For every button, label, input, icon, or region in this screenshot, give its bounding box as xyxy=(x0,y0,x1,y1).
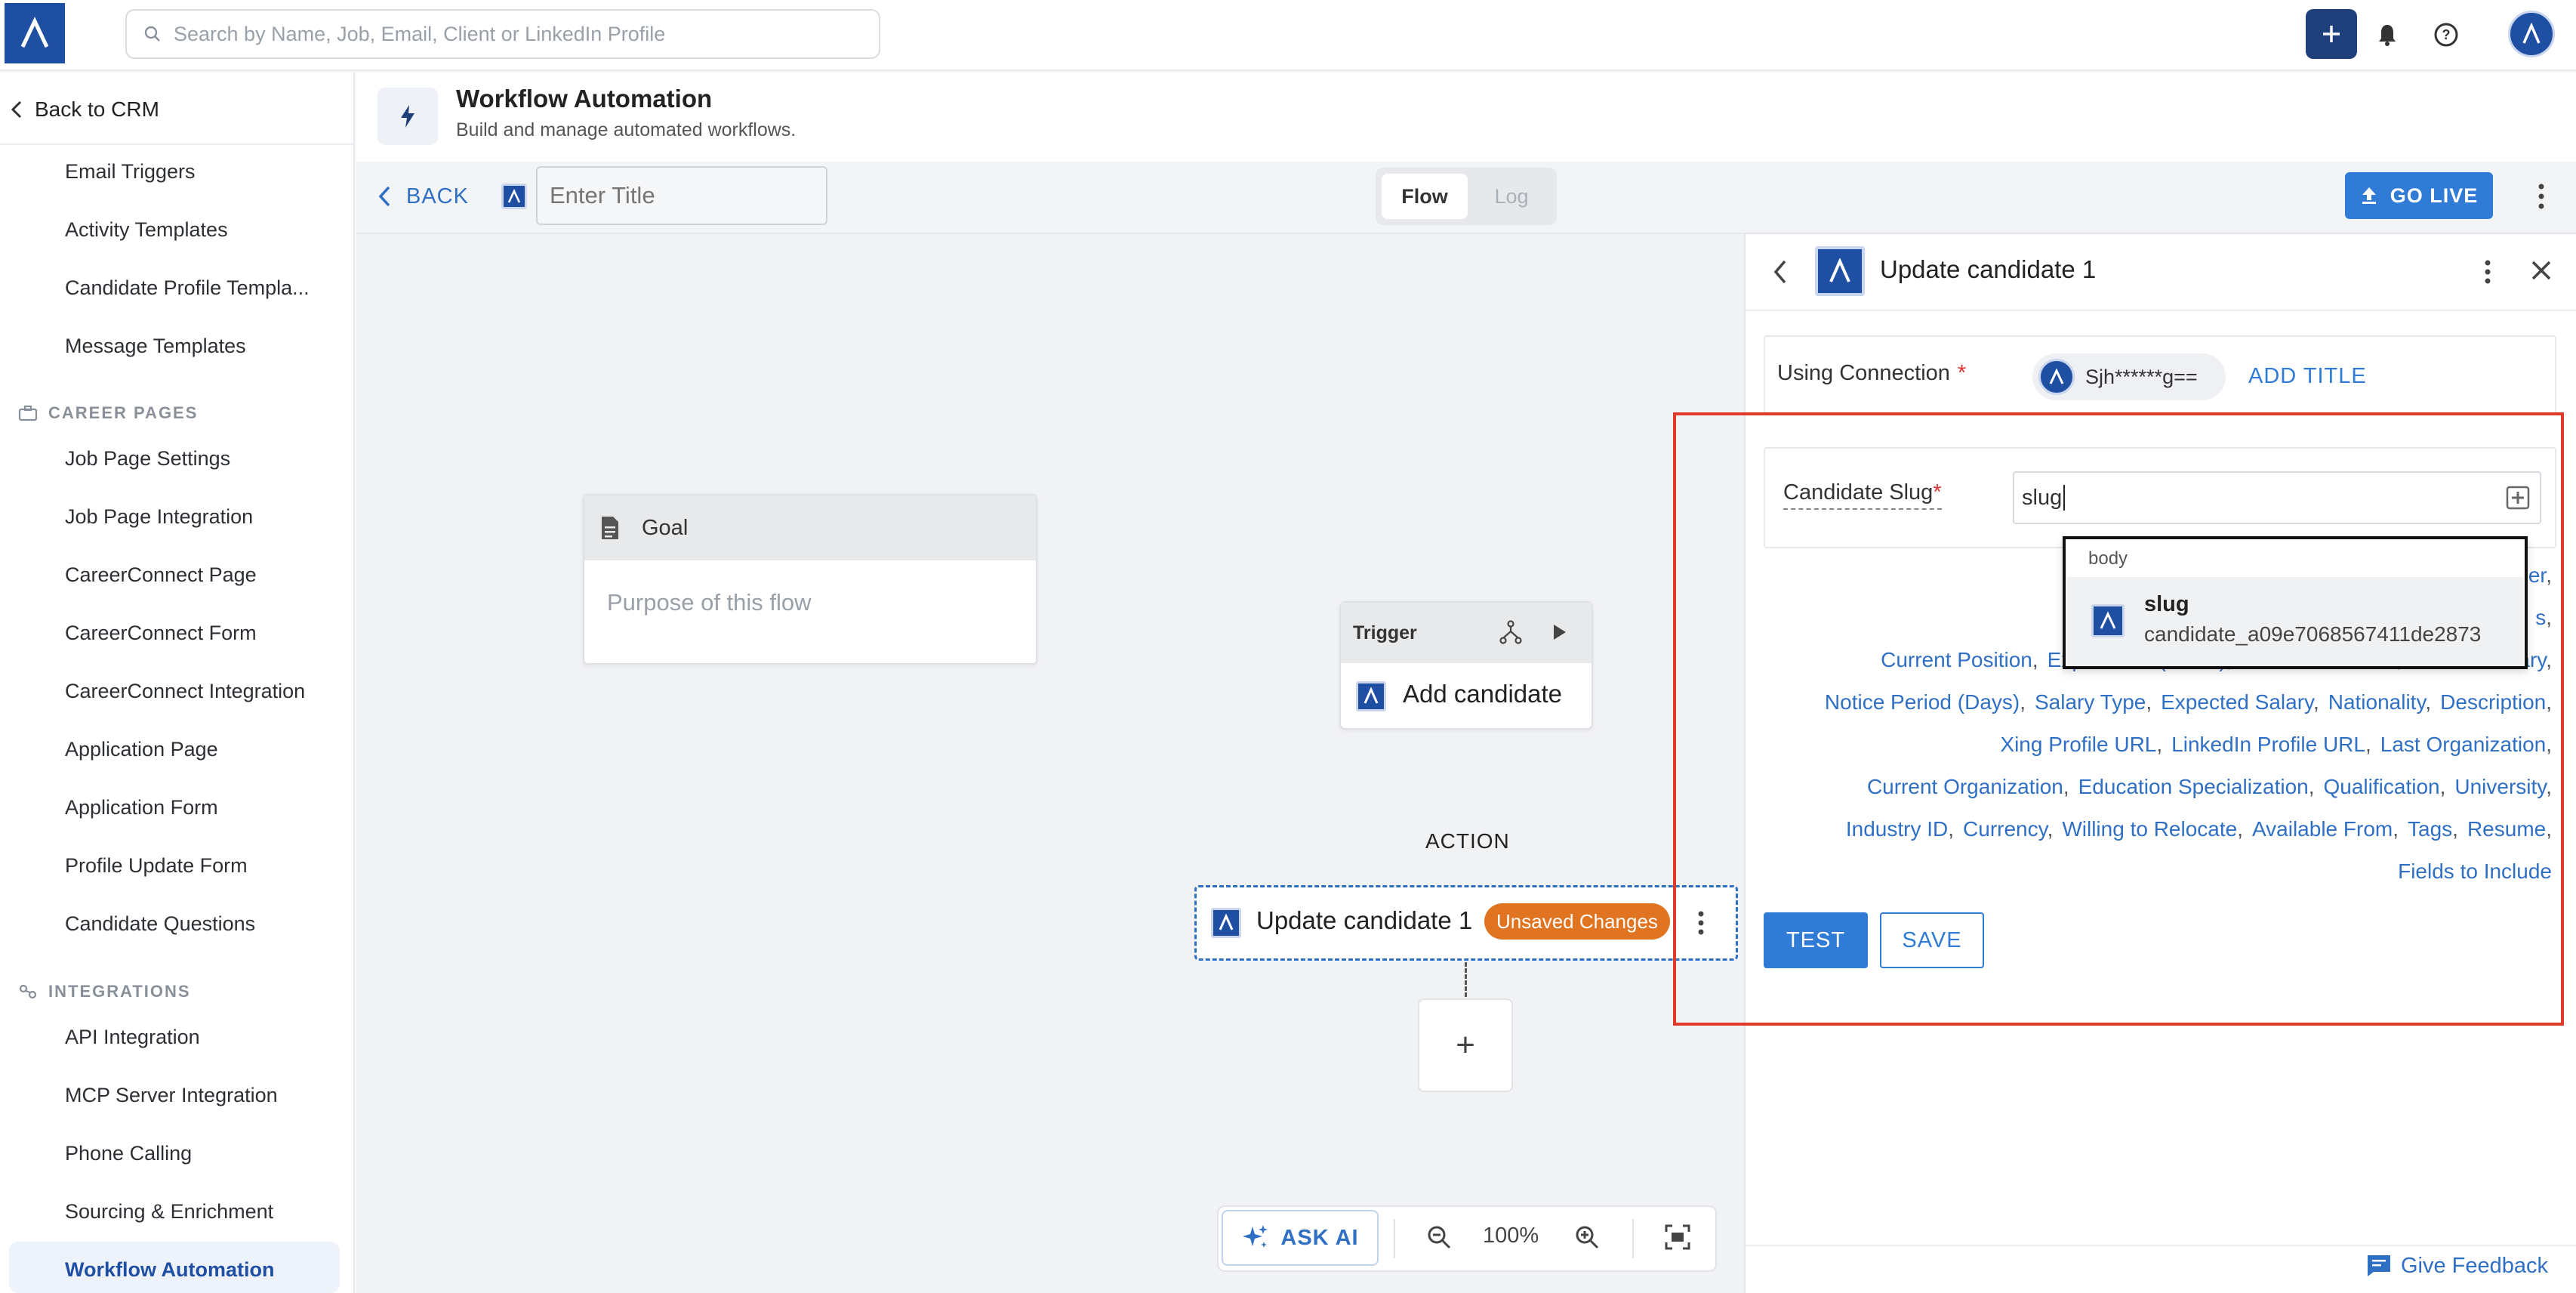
connection-label: Using Connection * xyxy=(1777,361,1966,386)
tab-log[interactable]: Log xyxy=(1474,174,1549,219)
sidebar-item-phone-calling[interactable]: Phone Calling xyxy=(65,1142,192,1165)
sidebar-item-application-page[interactable]: Application Page xyxy=(65,738,218,761)
connection-logo-icon xyxy=(2038,359,2075,395)
sidebar-item-careerconnect-form[interactable]: CareerConnect Form xyxy=(65,622,257,645)
connection-label-text: Using Connection xyxy=(1777,361,1950,385)
toolbar-divider xyxy=(1394,1219,1395,1258)
integrations-heading: INTEGRATIONS xyxy=(18,982,191,1001)
lightning-bolt-icon xyxy=(377,88,438,145)
sidebar-item-workflow-automation[interactable]: Workflow Automation xyxy=(65,1258,274,1282)
go-live-label: GO LIVE xyxy=(2390,184,2479,207)
more-options-icon[interactable] xyxy=(2534,178,2549,214)
connection-chip[interactable]: Sjh******g== xyxy=(2032,353,2226,400)
create-new-button[interactable] xyxy=(2306,9,2357,59)
sidebar-item-candidate-questions[interactable]: Candidate Questions xyxy=(65,912,255,936)
sidebar-item-application-form[interactable]: Application Form xyxy=(65,796,218,819)
integrations-label: INTEGRATIONS xyxy=(48,982,191,1001)
global-search-input[interactable]: Search by Name, Job, Email, Client or Li… xyxy=(125,9,880,59)
notifications-bell-icon[interactable] xyxy=(2372,20,2402,50)
sidebar-item-sourcing-enrichment[interactable]: Sourcing & Enrichment xyxy=(65,1200,273,1224)
career-pages-label: CAREER PAGES xyxy=(48,403,199,422)
sidebar-item-job-page-settings[interactable]: Job Page Settings xyxy=(65,447,230,471)
trigger-label: Trigger xyxy=(1353,622,1417,643)
close-icon[interactable] xyxy=(2528,257,2555,284)
branch-icon[interactable] xyxy=(1498,619,1524,645)
give-feedback-link[interactable]: Give Feedback xyxy=(2366,1251,2548,1281)
feedback-icon xyxy=(2366,1254,2392,1278)
help-icon[interactable]: ? xyxy=(2430,18,2463,51)
unsaved-changes-badge: Unsaved Changes xyxy=(1484,903,1670,940)
trigger-name: Add candidate xyxy=(1403,680,1563,708)
sidebar-item-email-triggers[interactable]: Email Triggers xyxy=(65,160,196,184)
workflow-logo-icon xyxy=(501,184,527,209)
panel-divider xyxy=(1746,310,2576,311)
fit-screen-icon[interactable] xyxy=(1664,1224,1691,1251)
required-mark: * xyxy=(1957,361,1967,385)
chevron-left-icon xyxy=(11,100,23,119)
briefcase-icon xyxy=(18,405,38,421)
focus-highlight-box xyxy=(1673,412,2564,1026)
back-to-crm-label: Back to CRM xyxy=(35,97,159,121)
panel-back-icon[interactable] xyxy=(1770,257,1792,287)
chevron-left-icon xyxy=(377,185,391,208)
back-button[interactable]: BACK xyxy=(377,180,469,213)
sidebar-item-message-templates[interactable]: Message Templates xyxy=(65,335,246,358)
panel-more-options-icon[interactable] xyxy=(2481,255,2494,289)
sidebar-item-job-page-integration[interactable]: Job Page Integration xyxy=(65,505,253,529)
goal-card-header: Goal xyxy=(584,495,1036,560)
action-app-logo-icon xyxy=(1211,908,1241,938)
zoom-out-icon[interactable] xyxy=(1425,1224,1453,1251)
search-icon xyxy=(143,25,162,43)
action-name: Update candidate 1 xyxy=(1256,906,1473,934)
goal-description-placeholder[interactable]: Purpose of this flow xyxy=(607,589,812,616)
panel-title: Update candidate 1 xyxy=(1880,255,2097,283)
zoom-in-icon[interactable] xyxy=(1573,1224,1601,1251)
sidebar-item-careerconnect-page[interactable]: CareerConnect Page xyxy=(65,563,257,587)
go-live-button[interactable]: GO LIVE xyxy=(2345,172,2493,219)
panel-footer-divider xyxy=(1746,1245,2576,1246)
integrations-icon xyxy=(18,983,38,1000)
sparkle-icon xyxy=(1241,1224,1270,1252)
goal-title: Goal xyxy=(642,515,689,540)
sidebar-item-careerconnect-integration[interactable]: CareerConnect Integration xyxy=(65,680,305,703)
play-icon[interactable] xyxy=(1548,621,1570,643)
search-placeholder: Search by Name, Job, Email, Client or Li… xyxy=(174,22,666,45)
back-to-crm-link[interactable]: Back to CRM xyxy=(11,91,159,128)
sidebar-item-candidate-profile-templates[interactable]: Candidate Profile Templa... xyxy=(65,276,310,300)
upload-icon xyxy=(2360,186,2378,205)
add-title-button[interactable]: ADD TITLE xyxy=(2248,364,2367,389)
career-pages-heading: CAREER PAGES xyxy=(18,403,198,423)
back-button-label: BACK xyxy=(406,184,469,208)
panel-app-logo-icon xyxy=(1815,246,1865,296)
connection-value: Sjh******g== xyxy=(2085,365,2198,388)
workflow-title-input[interactable] xyxy=(536,166,827,225)
sidebar-item-api-integration[interactable]: API Integration xyxy=(65,1026,200,1049)
svg-text:?: ? xyxy=(2442,27,2451,42)
node-connector xyxy=(1465,962,1467,997)
user-avatar[interactable] xyxy=(2508,11,2555,57)
sidebar-item-mcp-server-integration[interactable]: MCP Server Integration xyxy=(65,1084,278,1107)
workflow-canvas[interactable] xyxy=(356,234,1744,1293)
sidebar-item-profile-update-form[interactable]: Profile Update Form xyxy=(65,854,248,878)
document-icon xyxy=(599,515,621,541)
sidebar-item-activity-templates[interactable]: Activity Templates xyxy=(65,218,228,242)
toolbar-divider xyxy=(1632,1219,1634,1258)
sidebar-divider xyxy=(0,143,355,145)
page-title: Workflow Automation xyxy=(456,85,713,113)
zoom-level: 100% xyxy=(1483,1224,1539,1248)
trigger-app-logo-icon xyxy=(1356,681,1386,711)
action-section-label: ACTION xyxy=(1425,829,1510,853)
ask-ai-button[interactable]: ASK AI xyxy=(1222,1210,1379,1266)
give-feedback-label: Give Feedback xyxy=(2401,1253,2549,1278)
app-logo-icon[interactable] xyxy=(5,3,65,63)
page-subtitle: Build and manage automated workflows. xyxy=(456,119,797,140)
tab-flow[interactable]: Flow xyxy=(1382,174,1468,219)
ask-ai-label: ASK AI xyxy=(1280,1225,1359,1250)
add-step-button[interactable]: + xyxy=(1418,998,1513,1092)
